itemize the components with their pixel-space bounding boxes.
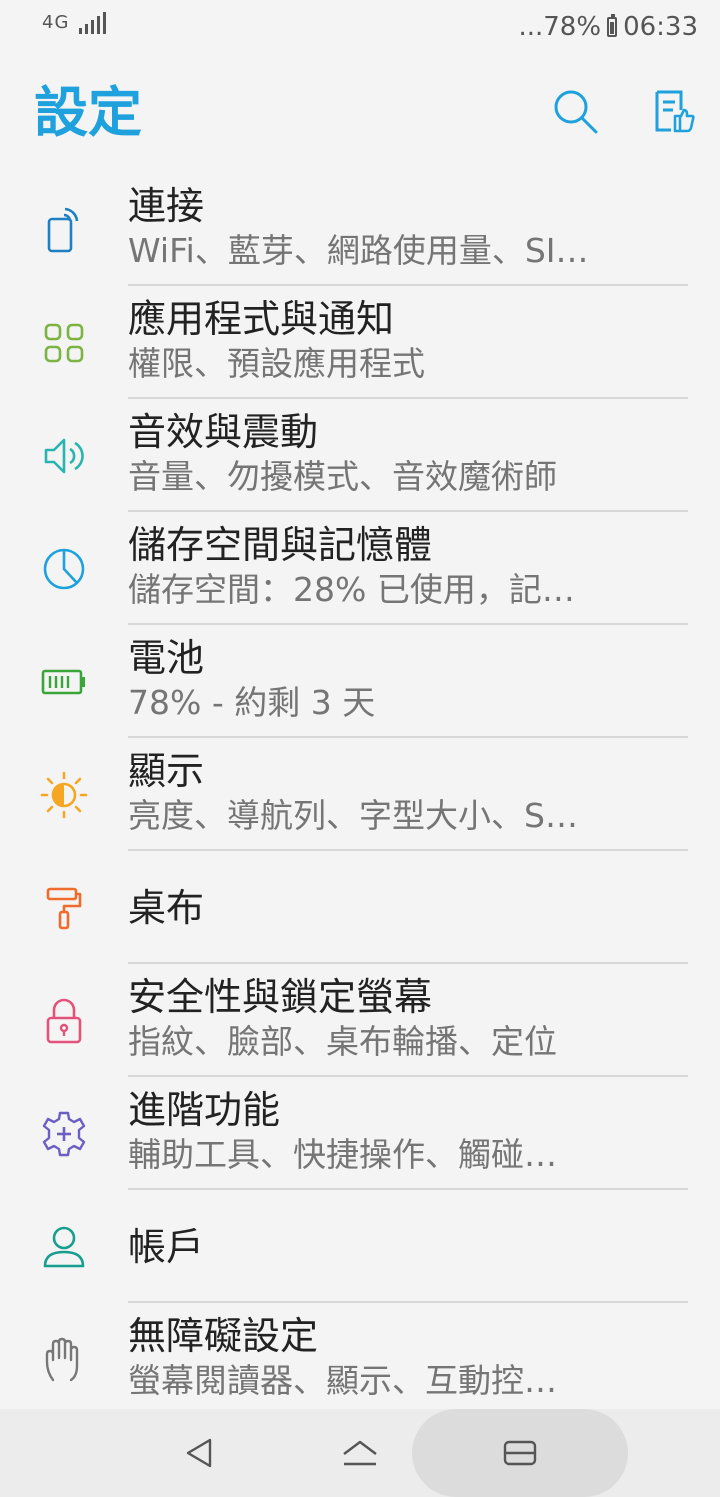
recent-apps-button[interactable] bbox=[412, 1409, 628, 1497]
item-subtitle: 儲存空間：28% 已使用，記… bbox=[128, 570, 575, 609]
home-button[interactable] bbox=[320, 1409, 400, 1497]
item-subtitle: 螢幕閱讀器、顯示、互動控… bbox=[128, 1361, 557, 1400]
item-title: 儲存空間與記憶體 bbox=[128, 523, 433, 567]
settings-item-accounts[interactable]: 帳戶 bbox=[0, 1190, 720, 1303]
item-subtitle: 音量、勿擾模式、音效魔術師 bbox=[128, 457, 557, 496]
item-subtitle: 亮度、導航列、字型大小、S… bbox=[128, 796, 578, 835]
battery-status-icon bbox=[607, 14, 618, 37]
settings-item-display[interactable]: 顯示 亮度、導航列、字型大小、S… bbox=[0, 738, 720, 851]
settings-item-advanced[interactable]: 進階功能 輔助工具、快捷操作、觸碰… bbox=[0, 1077, 720, 1190]
battery-percent: ...78% bbox=[518, 12, 602, 42]
item-title: 顯示 bbox=[128, 749, 205, 793]
item-title: 桌布 bbox=[128, 886, 205, 930]
home-icon bbox=[343, 1440, 377, 1466]
network-type-indicator: 4G bbox=[42, 12, 70, 33]
hand-icon bbox=[45, 1337, 79, 1381]
battery-icon bbox=[41, 669, 85, 694]
feedback-icon bbox=[655, 90, 695, 133]
item-subtitle: 輔助工具、快捷操作、觸碰… bbox=[128, 1135, 557, 1174]
wireless-icon bbox=[47, 207, 79, 252]
signal-strength-icon bbox=[79, 12, 107, 34]
feedback-button[interactable] bbox=[646, 84, 702, 140]
navigation-bar bbox=[0, 1409, 720, 1497]
pie-chart-icon bbox=[43, 548, 85, 589]
lock-icon bbox=[46, 998, 82, 1043]
item-subtitle: 指紋、臉部、桌布輪播、定位 bbox=[128, 1022, 557, 1061]
settings-item-sound-vibration[interactable]: 音效與震動 音量、勿擾模式、音效魔術師 bbox=[0, 399, 720, 512]
page-title: 設定 bbox=[34, 81, 142, 144]
search-button[interactable] bbox=[548, 84, 604, 140]
item-title: 應用程式與通知 bbox=[128, 297, 395, 341]
item-subtitle: 權限、預設應用程式 bbox=[128, 344, 425, 383]
item-title: 帳戶 bbox=[128, 1225, 205, 1269]
person-icon bbox=[43, 1226, 85, 1267]
item-title: 電池 bbox=[128, 636, 205, 680]
search-icon bbox=[554, 90, 598, 134]
item-title: 進階功能 bbox=[128, 1088, 281, 1132]
settings-item-storage-memory[interactable]: 儲存空間與記憶體 儲存空間：28% 已使用，記… bbox=[0, 512, 720, 625]
gear-plus-icon bbox=[42, 1111, 86, 1156]
clock: 06:33 bbox=[623, 12, 698, 42]
item-title: 連接 bbox=[128, 184, 205, 228]
item-title: 無障礙設定 bbox=[128, 1314, 319, 1358]
brightness-icon bbox=[40, 771, 88, 818]
settings-item-connections[interactable]: 連接 WiFi、藍芽、網路使用量、SI… bbox=[0, 173, 720, 286]
settings-item-accessibility[interactable]: 無障礙設定 螢幕閱讀器、顯示、互動控… bbox=[0, 1303, 720, 1416]
settings-item-wallpaper[interactable]: 桌布 bbox=[0, 851, 720, 964]
app-header: 設定 bbox=[0, 56, 720, 174]
recent-apps-icon bbox=[503, 1440, 537, 1466]
item-title: 安全性與鎖定螢幕 bbox=[128, 975, 433, 1019]
settings-item-security-lockscreen[interactable]: 安全性與鎖定螢幕 指紋、臉部、桌布輪播、定位 bbox=[0, 964, 720, 1077]
item-subtitle: WiFi、藍芽、網路使用量、SI… bbox=[128, 231, 589, 270]
item-title: 音效與震動 bbox=[128, 410, 319, 454]
settings-item-apps-notifications[interactable]: 應用程式與通知 權限、預設應用程式 bbox=[0, 286, 720, 399]
paint-roller-icon bbox=[46, 887, 82, 929]
settings-item-battery[interactable]: 電池 78% - 約剩 3 天 bbox=[0, 625, 720, 738]
settings-list: 連接 WiFi、藍芽、網路使用量、SI… 應用程式與通知 權限、預設應用程式 音… bbox=[0, 173, 720, 1416]
back-triangle-icon bbox=[186, 1438, 212, 1468]
status-bar: 4G ...78% 06:33 bbox=[0, 0, 720, 56]
back-button[interactable] bbox=[160, 1409, 240, 1497]
apps-grid-icon bbox=[44, 323, 84, 362]
speaker-icon bbox=[44, 438, 84, 473]
item-subtitle: 78% - 約剩 3 天 bbox=[128, 683, 376, 722]
